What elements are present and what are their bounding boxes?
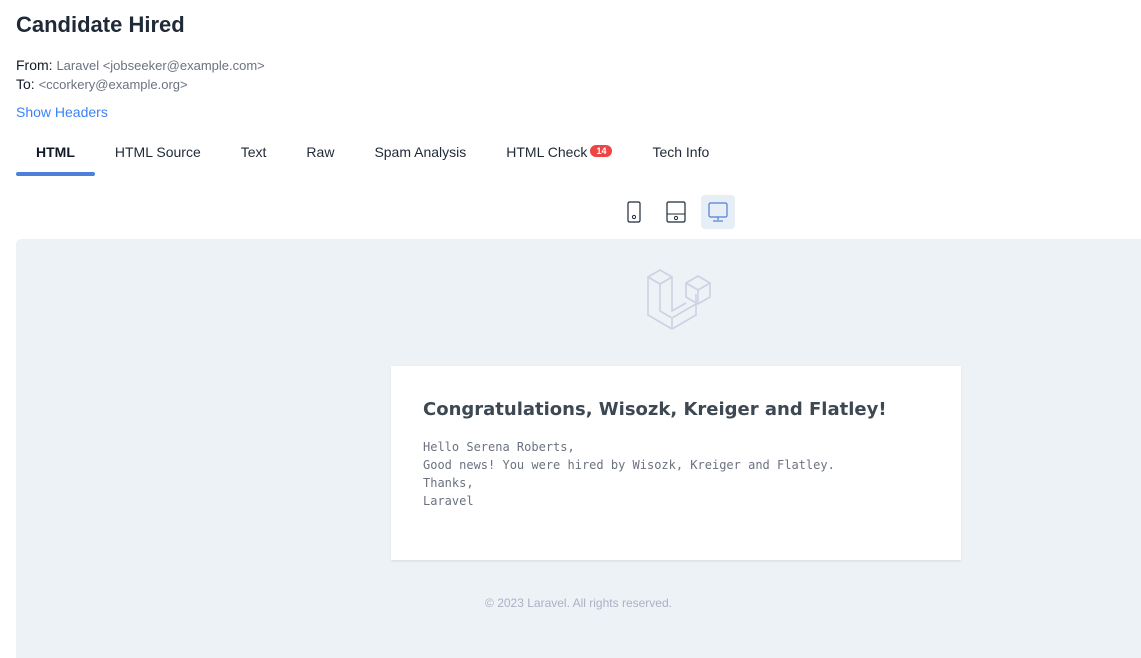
- phone-view-button[interactable]: [617, 195, 651, 229]
- tablet-view-button[interactable]: [659, 195, 693, 229]
- desktop-icon: [708, 202, 728, 222]
- tab-tech-info[interactable]: Tech Info: [632, 134, 729, 176]
- phone-icon: [627, 201, 641, 223]
- tab-text[interactable]: Text: [221, 134, 287, 176]
- desktop-view-button[interactable]: [701, 195, 735, 229]
- tab-label: HTML Source: [114, 144, 201, 160]
- from-value: Laravel <jobseeker@example.com>: [56, 58, 265, 73]
- laravel-logo-icon: [646, 267, 714, 342]
- email-body: Hello Serena Roberts, Good news! You wer…: [423, 438, 835, 510]
- to-row: To: <ccorkery@example.org>: [16, 75, 188, 94]
- show-headers-link[interactable]: Show Headers: [16, 104, 108, 120]
- body-line: Thanks,: [423, 476, 474, 490]
- tab-raw[interactable]: Raw: [286, 134, 354, 176]
- from-row: From: Laravel <jobseeker@example.com>: [16, 56, 265, 75]
- to-value: <ccorkery@example.org>: [38, 77, 188, 92]
- tablet-icon: [666, 201, 686, 223]
- email-heading: Congratulations, Wisozk, Kreiger and Fla…: [423, 399, 887, 420]
- email-footer: © 2023 Laravel. All rights reserved.: [485, 596, 672, 610]
- tab-spam-analysis[interactable]: Spam Analysis: [354, 134, 486, 176]
- tab-label: Text: [240, 144, 267, 160]
- tab-label: Tech Info: [652, 144, 710, 160]
- tab-html-check[interactable]: HTML Check 14: [486, 134, 632, 176]
- tab-label: Spam Analysis: [374, 144, 467, 160]
- view-tabs: HTML HTML Source Text Raw Spam Analysis …: [16, 134, 729, 176]
- email-viewer: Candidate Hired From: Laravel <jobseeker…: [0, 0, 1141, 658]
- html-check-count-badge: 14: [590, 145, 613, 157]
- email-subject: Candidate Hired: [16, 12, 185, 37]
- body-line: Good news! You were hired by Wisozk, Kre…: [423, 458, 835, 472]
- tab-label: HTML Check: [506, 144, 588, 160]
- tab-html[interactable]: HTML: [16, 134, 95, 176]
- tab-label: HTML: [36, 144, 75, 160]
- body-line: Hello Serena Roberts,: [423, 440, 575, 454]
- body-line: Laravel: [423, 494, 474, 508]
- email-preview-pane: Congratulations, Wisozk, Kreiger and Fla…: [16, 239, 1141, 658]
- tab-label: Raw: [306, 144, 335, 160]
- from-label: From:: [16, 57, 53, 73]
- email-content-card: Congratulations, Wisozk, Kreiger and Fla…: [391, 366, 961, 560]
- tab-html-source[interactable]: HTML Source: [95, 134, 221, 176]
- to-label: To:: [16, 76, 35, 92]
